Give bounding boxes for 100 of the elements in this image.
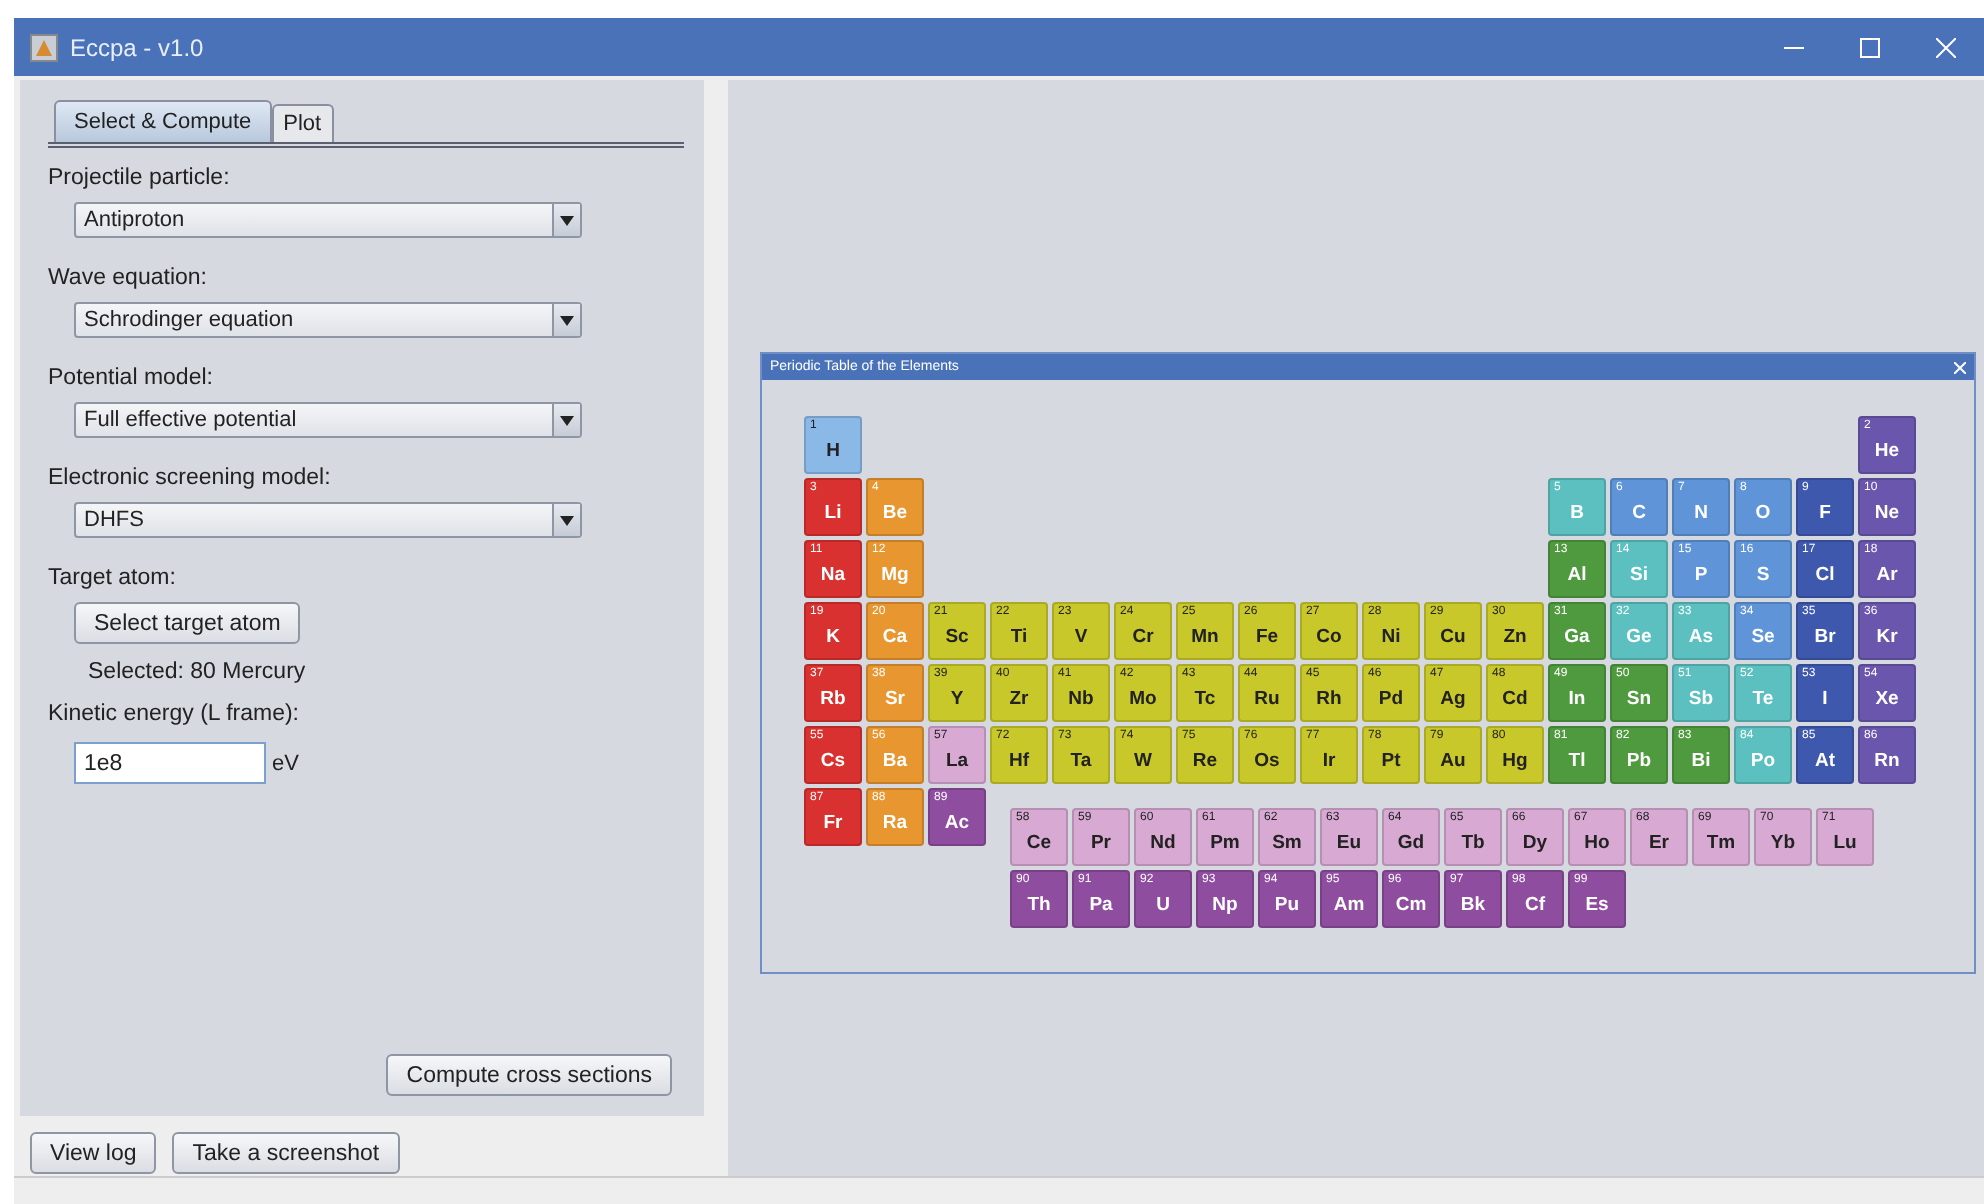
field-label: Wave equation: [48, 266, 209, 290]
tab[interactable]: Plot [271, 104, 334, 142]
element-symbol: Zn [1503, 625, 1527, 647]
element-symbol: Am [1333, 893, 1365, 915]
element-symbol: Ho [1584, 831, 1610, 853]
element-symbol: Es [1585, 893, 1609, 915]
element-symbol: Tc [1194, 687, 1216, 709]
tab[interactable]: Select & Compute [54, 100, 272, 142]
element-symbol: Na [820, 563, 846, 585]
element-symbol: Sm [1272, 831, 1302, 853]
action-button[interactable]: View log [30, 1132, 157, 1174]
element-symbol: Re [1192, 749, 1218, 771]
element-symbol: Eu [1336, 831, 1362, 853]
element-symbol: Tl [1568, 749, 1586, 771]
element-symbol: Cm [1395, 893, 1427, 915]
dropdown[interactable]: DHFS [74, 502, 582, 538]
element-symbol: Fe [1255, 625, 1279, 647]
element-symbol: Ge [1626, 625, 1652, 647]
selected-atom-text: Selected: 80 Mercury [88, 660, 308, 684]
app-icon [30, 33, 58, 61]
element-symbol: Rh [1316, 687, 1342, 709]
element-symbol: Rn [1874, 749, 1900, 771]
element-symbol: Se [1751, 625, 1775, 647]
element-symbol: V [1074, 625, 1088, 647]
element-symbol: Co [1316, 625, 1342, 647]
element-symbol: He [1874, 439, 1900, 461]
element-symbol: Tb [1461, 831, 1485, 853]
element-symbol: Ni [1381, 625, 1401, 647]
close-icon[interactable] [1954, 361, 1966, 373]
element-symbol: Pa [1089, 893, 1113, 915]
element-symbol: Sb [1688, 687, 1714, 709]
element-symbol: Bi [1691, 749, 1711, 771]
element-symbol: N [1694, 501, 1708, 523]
element-symbol: Pd [1378, 687, 1404, 709]
element-symbol: Br [1814, 625, 1836, 647]
element-symbol: Ar [1876, 563, 1898, 585]
element-symbol: Ag [1440, 687, 1466, 709]
field-label: Potential model: [48, 366, 215, 390]
element-symbol: I [1822, 687, 1828, 709]
element-symbol: Li [824, 501, 842, 523]
element-symbol: Ne [1874, 501, 1900, 523]
element-symbol: Mn [1191, 625, 1219, 647]
element-symbol: Cr [1132, 625, 1154, 647]
element-symbol: Pm [1210, 831, 1240, 853]
element-symbol: Ca [882, 625, 908, 647]
element-symbol: O [1755, 501, 1771, 523]
element-symbol: Np [1212, 893, 1238, 915]
element-symbol: Po [1750, 749, 1776, 771]
element-symbol: Ga [1564, 625, 1590, 647]
action-button[interactable]: Take a screenshot [172, 1132, 400, 1174]
element-symbol: Zr [1009, 687, 1029, 709]
element-symbol: Cl [1815, 563, 1835, 585]
element-symbol: Pb [1626, 749, 1652, 771]
element-symbol: B [1570, 501, 1584, 523]
element-symbol: Cu [1440, 625, 1466, 647]
element-symbol: Pu [1274, 893, 1300, 915]
element-symbol: W [1134, 749, 1152, 771]
element-symbol: Y [950, 687, 964, 709]
dropdown[interactable]: Full effective potential [74, 402, 582, 438]
field-label: Electronic screening model: [48, 466, 333, 490]
element-symbol: Ra [882, 811, 908, 833]
maximize-icon [1860, 37, 1880, 57]
element-symbol: Ta [1070, 749, 1092, 771]
element-symbol: K [826, 625, 840, 647]
element-symbol: Lu [1833, 831, 1857, 853]
element-symbol: Sc [945, 625, 969, 647]
dropdown-arrow-icon [560, 415, 574, 425]
compute-button[interactable]: Compute cross sections [386, 1054, 672, 1096]
element-symbol: In [1568, 687, 1586, 709]
element-symbol: Cd [1502, 687, 1528, 709]
element-symbol: Te [1752, 687, 1774, 709]
element-symbol: Al [1567, 563, 1587, 585]
element-symbol: Be [882, 501, 908, 523]
element-symbol: C [1632, 501, 1646, 523]
element-symbol: Sn [1626, 687, 1652, 709]
element-symbol: Ac [944, 811, 970, 833]
dropdown[interactable]: Antiproton [74, 202, 582, 238]
element-symbol: Sr [884, 687, 906, 709]
dropdown[interactable]: Schrodinger equation [74, 302, 582, 338]
element-symbol: Hg [1502, 749, 1528, 771]
element-symbol: Ru [1254, 687, 1280, 709]
element-symbol: F [1819, 501, 1831, 523]
element-symbol: Cf [1524, 893, 1546, 915]
element-symbol: Yb [1770, 831, 1796, 853]
element-symbol: Mg [881, 563, 909, 585]
element-symbol: La [945, 749, 969, 771]
dropdown-arrow-icon [560, 515, 574, 525]
element-symbol: Pr [1090, 831, 1112, 853]
element-symbol: Nb [1068, 687, 1094, 709]
dropdown-arrow-icon [560, 215, 574, 225]
select-target-button[interactable]: Select target atom [74, 602, 301, 644]
element-symbol: Nd [1150, 831, 1176, 853]
element-symbol: Cs [820, 749, 846, 771]
element-symbol: Ce [1026, 831, 1052, 853]
element-symbol: Xe [1875, 687, 1899, 709]
element-symbol: Pt [1381, 749, 1401, 771]
element-symbol: Ir [1322, 749, 1336, 771]
energy-input[interactable]: 1e8 [74, 742, 266, 784]
element-symbol: Au [1440, 749, 1466, 771]
element-symbol: U [1156, 893, 1170, 915]
